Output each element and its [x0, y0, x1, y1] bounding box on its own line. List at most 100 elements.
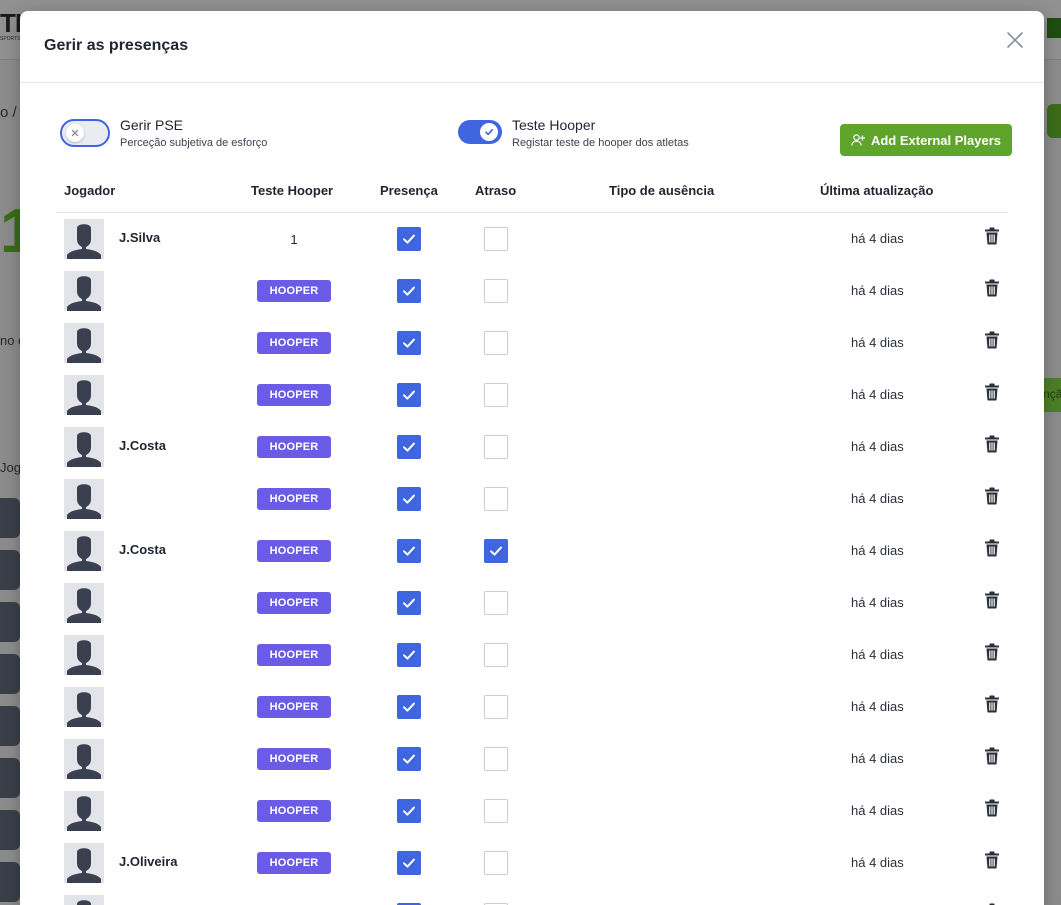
table-row: HOOPER há 4 dias — [56, 733, 1008, 785]
delete-button[interactable] — [984, 643, 1000, 661]
last-updated: há 4 dias — [851, 283, 904, 298]
check-icon — [403, 234, 415, 244]
delete-button[interactable] — [984, 695, 1000, 713]
presence-checkbox[interactable] — [397, 851, 421, 875]
hooper-button[interactable]: HOOPER — [257, 592, 331, 614]
hooper-button[interactable]: HOOPER — [257, 436, 331, 458]
delete-button[interactable] — [984, 591, 1000, 609]
late-checkbox[interactable] — [484, 383, 508, 407]
table-row: HOOPER há 4 dias — [56, 369, 1008, 421]
avatar-silhouette-icon — [64, 375, 104, 415]
presence-checkbox[interactable] — [397, 279, 421, 303]
hooper-toggle[interactable] — [458, 120, 502, 144]
late-checkbox[interactable] — [484, 643, 508, 667]
late-checkbox[interactable] — [484, 227, 508, 251]
late-checkbox[interactable] — [484, 591, 508, 615]
add-external-players-button[interactable]: Add External Players — [840, 124, 1012, 156]
hooper-button[interactable]: HOOPER — [257, 644, 331, 666]
avatar-silhouette-icon — [64, 635, 104, 675]
late-checkbox[interactable] — [484, 695, 508, 719]
late-checkbox[interactable] — [484, 435, 508, 459]
hooper-button[interactable]: HOOPER — [257, 488, 331, 510]
trash-icon — [985, 279, 999, 297]
avatar — [64, 895, 104, 905]
table-row: HOOPER há 4 dias — [56, 265, 1008, 317]
pse-toggle-group: Gerir PSE Perceção subjetiva de esforço — [60, 117, 267, 149]
avatar — [64, 531, 104, 571]
last-updated: há 4 dias — [851, 855, 904, 870]
hooper-cell: HOOPER — [256, 799, 332, 823]
hooper-cell: 1 — [256, 227, 332, 251]
presence-checkbox[interactable] — [397, 435, 421, 459]
hooper-button[interactable]: HOOPER — [257, 540, 331, 562]
modal-title: Gerir as presenças — [44, 37, 189, 54]
avatar — [64, 271, 104, 311]
avatar-silhouette-icon — [64, 427, 104, 467]
delete-button[interactable] — [984, 331, 1000, 349]
delete-button[interactable] — [984, 227, 1000, 245]
trash-icon — [985, 331, 999, 349]
hooper-cell: HOOPER — [256, 435, 332, 459]
trash-icon — [985, 227, 999, 245]
hooper-button[interactable]: HOOPER — [257, 696, 331, 718]
table-header: Jogador Teste Hooper Presença Atraso Tip… — [56, 177, 1008, 213]
trash-icon — [985, 695, 999, 713]
player-name: J.Costa — [119, 542, 166, 557]
pse-toggle[interactable] — [60, 119, 110, 147]
delete-button[interactable] — [984, 435, 1000, 453]
late-checkbox[interactable] — [484, 851, 508, 875]
late-checkbox[interactable] — [484, 331, 508, 355]
presence-checkbox[interactable] — [397, 227, 421, 251]
delete-button[interactable] — [984, 487, 1000, 505]
delete-button[interactable] — [984, 539, 1000, 557]
delete-button[interactable] — [984, 383, 1000, 401]
check-icon — [403, 338, 415, 348]
column-absence-type: Tipo de ausência — [609, 183, 715, 198]
background-avatar — [0, 810, 20, 850]
presence-checkbox[interactable] — [397, 643, 421, 667]
delete-button[interactable] — [984, 799, 1000, 817]
late-checkbox[interactable] — [484, 799, 508, 823]
trash-icon — [985, 747, 999, 765]
late-checkbox[interactable] — [484, 747, 508, 771]
delete-button[interactable] — [984, 747, 1000, 765]
table-row: J.Costa HOOPER há 4 dias — [56, 525, 1008, 577]
hooper-button[interactable]: HOOPER — [257, 748, 331, 770]
presence-checkbox[interactable] — [397, 331, 421, 355]
presence-checkbox[interactable] — [397, 799, 421, 823]
background-avatar — [0, 654, 20, 694]
background-avatar — [0, 498, 20, 538]
trash-icon — [985, 591, 999, 609]
presence-checkbox[interactable] — [397, 695, 421, 719]
table-row: HOOPER há 4 dias — [56, 785, 1008, 837]
avatar-silhouette-icon — [64, 687, 104, 727]
presence-checkbox[interactable] — [397, 383, 421, 407]
last-updated: há 4 dias — [851, 231, 904, 246]
hooper-button[interactable]: HOOPER — [257, 280, 331, 302]
presence-checkbox[interactable] — [397, 591, 421, 615]
hooper-button[interactable]: HOOPER — [257, 384, 331, 406]
column-presence: Presença — [380, 183, 438, 198]
hooper-button[interactable]: HOOPER — [257, 800, 331, 822]
close-button[interactable] — [1004, 29, 1026, 51]
avatar — [64, 219, 104, 259]
attendance-modal: Gerir as presenças Gerir PSE Perceção su… — [20, 11, 1044, 905]
late-checkbox[interactable] — [484, 279, 508, 303]
check-icon — [403, 754, 415, 764]
delete-button[interactable] — [984, 851, 1000, 869]
x-icon — [71, 129, 79, 137]
avatar-silhouette-icon — [64, 323, 104, 363]
column-last-updated: Última atualização — [820, 183, 934, 198]
late-checkbox[interactable] — [484, 487, 508, 511]
hooper-button[interactable]: HOOPER — [257, 332, 331, 354]
hooper-button[interactable]: HOOPER — [257, 852, 331, 874]
presence-checkbox[interactable] — [397, 747, 421, 771]
hooper-cell: HOOPER — [256, 487, 332, 511]
presence-checkbox[interactable] — [397, 539, 421, 563]
delete-button[interactable] — [984, 279, 1000, 297]
avatar — [64, 687, 104, 727]
late-checkbox[interactable] — [484, 539, 508, 563]
table-row: HOOPER há 4 dias — [56, 317, 1008, 369]
presence-checkbox[interactable] — [397, 487, 421, 511]
pse-toggle-subtitle: Perceção subjetiva de esforço — [120, 137, 268, 149]
